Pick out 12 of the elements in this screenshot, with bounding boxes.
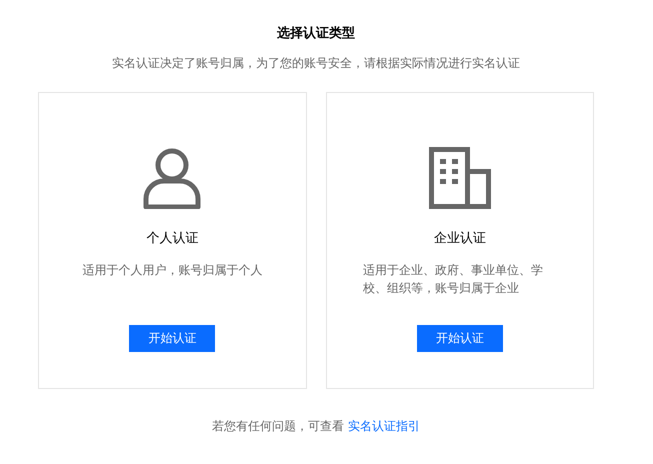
card-title: 个人认证 [146, 231, 198, 247]
person-icon [143, 147, 202, 209]
footer-text: 若您有任何问题，可查看 [212, 419, 344, 433]
card-description: 适用于个人用户，账号归属于个人 [82, 262, 262, 279]
page-subtitle: 实名认证决定了账号归属，为了您的账号安全，请根据实际情况进行实名认证 [111, 55, 521, 71]
start-button[interactable]: 开始认证 [416, 325, 503, 352]
guide-link[interactable]: 实名认证指引 [348, 419, 420, 433]
building-icon [428, 147, 491, 209]
card-title: 企业认证 [434, 231, 486, 247]
card-description: 适用于企业、政府、事业单位、学校、组织等，账号归属于企业 [362, 262, 544, 297]
start-button[interactable]: 开始认证 [129, 325, 216, 352]
page-title: 选择认证类型 [276, 26, 356, 42]
